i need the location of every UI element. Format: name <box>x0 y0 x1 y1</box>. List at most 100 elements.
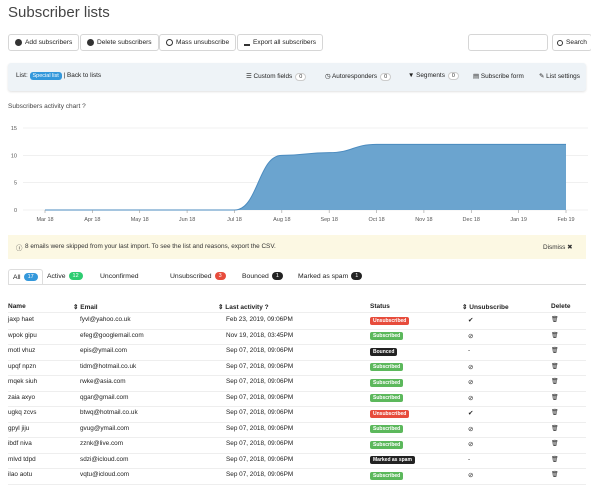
segments-link[interactable]: ▼ Segments 0 <box>408 72 459 80</box>
x-tick-label: Apr 18 <box>84 217 100 223</box>
unsubscribe-toggle[interactable]: ⊘ <box>468 332 473 340</box>
unsubscribe-toggle[interactable]: ⊘ <box>468 440 473 448</box>
last-activity: Sep 07, 2018, 09:06PM <box>226 393 294 401</box>
list-settings-link[interactable]: ✎ List settings <box>539 72 580 80</box>
search-button[interactable]: Search <box>552 34 591 51</box>
subscriber-name[interactable]: wpok gipu <box>8 332 37 339</box>
mass-unsubscribe-button[interactable]: Mass unsubscribe <box>159 34 237 51</box>
subscriber-name[interactable]: mqek siuh <box>8 378 37 385</box>
subscriber-name[interactable]: motl vhuz <box>8 347 35 354</box>
row-divider <box>8 483 586 485</box>
unsubscribe-toggle[interactable]: ✔ <box>468 409 473 417</box>
subscriber-name[interactable]: jaxp haet <box>8 316 34 323</box>
trash-icon[interactable]: 🗑 <box>551 456 559 463</box>
trash-icon[interactable]: 🗑 <box>551 425 559 432</box>
unsubscribe-toggle[interactable]: ⊘ <box>468 425 473 433</box>
dismiss-button[interactable]: Dismiss ✖ <box>543 243 573 251</box>
back-to-lists-link[interactable]: | Back to lists <box>64 72 102 79</box>
col-header-name[interactable]: Name <box>8 303 26 310</box>
ban-icon <box>166 39 173 46</box>
custom-fields-link[interactable]: ☰ Custom fields 0 <box>246 72 307 81</box>
unsubscribe-toggle[interactable]: ⊘ <box>468 363 473 371</box>
subscriber-email: epis@ymail.com <box>80 347 127 354</box>
y-tick-label: 10 <box>11 153 17 159</box>
alert-text: 8 emails were skipped from your last imp… <box>25 243 276 250</box>
last-activity: Sep 07, 2018, 09:06PM <box>226 455 294 463</box>
tab-all[interactable]: All 17 <box>8 269 43 284</box>
tab-unsubscribed[interactable]: Unsubscribed 3 <box>170 269 226 283</box>
trash-icon[interactable]: 🗑 <box>551 409 559 416</box>
status-badge: Bounced <box>370 347 398 356</box>
x-tick-label: May 18 <box>131 217 149 223</box>
status-badge: Unsubscribed <box>370 316 410 325</box>
subscriber-email: rwke@asia.com <box>80 378 126 385</box>
unsubscribe-toggle[interactable]: ⊘ <box>468 378 473 386</box>
x-tick-label: Dec 18 <box>463 217 480 223</box>
status-badge: Subscribed <box>370 332 404 340</box>
subscriber-email: sdzi@icloud.com <box>80 455 129 463</box>
tab-bounced[interactable]: Bounced 1 <box>242 269 283 283</box>
unsubscribe-toggle[interactable]: ⊘ <box>468 394 473 402</box>
col-header-unsubscribe[interactable]: ⇕ Unsubscribe <box>462 303 509 311</box>
tab-divider <box>8 284 586 285</box>
status-badge: Subscribed <box>370 425 404 433</box>
last-activity: Sep 07, 2018, 09:06PM <box>226 362 294 370</box>
trash-icon[interactable]: 🗑 <box>551 378 559 385</box>
unsubscribe-toggle[interactable]: - <box>468 456 470 463</box>
plus-circle-icon <box>15 39 22 46</box>
subscriber-name[interactable]: gpyl jiju <box>8 425 29 432</box>
add-subscribers-button[interactable]: Add subscribers <box>8 34 80 51</box>
trash-icon[interactable]: 🗑 <box>551 347 559 354</box>
subscriber-name[interactable]: mlvd tdpd <box>8 456 36 463</box>
last-activity: Sep 07, 2018, 09:06PM <box>226 378 294 385</box>
x-tick-label: Feb 19 <box>557 217 574 223</box>
subscriber-name[interactable]: ilao aotu <box>8 471 32 478</box>
tab-count-badge: 1 <box>271 272 283 280</box>
unsubscribe-toggle[interactable]: ✔ <box>468 316 473 324</box>
delete-subscribers-button[interactable]: Delete subscribers <box>80 34 159 51</box>
download-icon <box>244 39 250 46</box>
trash-icon[interactable]: 🗑 <box>551 471 559 478</box>
subscriber-name[interactable]: upqf npzn <box>8 363 36 370</box>
activity-chart: 0 5 10 15 Mar 18 Apr 18 May 18 Jun 18 Jul 18 Aug … <box>11 126 588 223</box>
export-all-button[interactable]: Export all subscribers <box>237 34 324 51</box>
search-input[interactable] <box>468 34 548 51</box>
import-alert: ⓘ 8 emails were skipped from your last i… <box>8 235 586 259</box>
last-activity: Sep 07, 2018, 09:06PM <box>226 471 294 478</box>
tab-active[interactable]: Active 12 <box>47 269 83 283</box>
x-tick-label: Mar 18 <box>36 217 53 223</box>
row-divider <box>8 390 586 392</box>
col-header-email[interactable]: ⇕ Email <box>73 303 98 311</box>
last-activity: Sep 07, 2018, 09:06PM <box>226 347 294 354</box>
tab-label: All <box>13 273 21 281</box>
filter-icon: ▼ <box>408 72 417 79</box>
trash-icon[interactable]: 🗑 <box>551 363 559 370</box>
tab-count-badge: 1 <box>351 272 363 280</box>
trash-icon[interactable]: 🗑 <box>551 394 559 401</box>
col-header-status[interactable]: Status <box>370 303 390 310</box>
status-badge: Subscribed <box>370 471 404 480</box>
trash-icon[interactable]: 🗑 <box>551 440 559 447</box>
autoresponders-link[interactable]: ◷ Autoresponders 0 <box>325 72 392 81</box>
unsubscribe-toggle[interactable]: - <box>468 347 470 354</box>
last-activity: Feb 23, 2019, 09:06PM <box>226 316 293 323</box>
last-activity: Sep 07, 2018, 09:06PM <box>226 409 294 416</box>
unsubscribe-toggle[interactable]: ⊘ <box>468 471 473 479</box>
subscriber-name[interactable]: ugkq zcvs <box>8 409 36 416</box>
list-label: List: Special list | Back to lists <box>16 72 102 80</box>
row-divider <box>8 328 586 330</box>
status-badge: Subscribed <box>370 363 404 371</box>
subscriber-name[interactable]: zaia axyo <box>8 394 35 401</box>
col-header-delete[interactable]: Delete <box>551 303 571 310</box>
subscribe-form-link[interactable]: ▤ Subscribe form <box>473 72 524 80</box>
tab-count-badge: 12 <box>68 272 83 280</box>
tab-unconfirmed[interactable]: Unconfirmed <box>100 269 139 283</box>
list-name-badge: Special list <box>29 72 62 80</box>
col-header-last-activity[interactable]: ⇕ Last activity ? <box>218 303 269 311</box>
trash-icon[interactable]: 🗑 <box>551 316 559 323</box>
trash-icon[interactable]: 🗑 <box>551 332 559 339</box>
tab-marked-as-spam[interactable]: Marked as spam 1 <box>298 269 363 283</box>
status-badge: Subscribed <box>370 378 404 387</box>
subscriber-name[interactable]: ibdf niva <box>8 440 32 447</box>
subscriber-email: efeg@googlemail.com <box>80 331 144 339</box>
